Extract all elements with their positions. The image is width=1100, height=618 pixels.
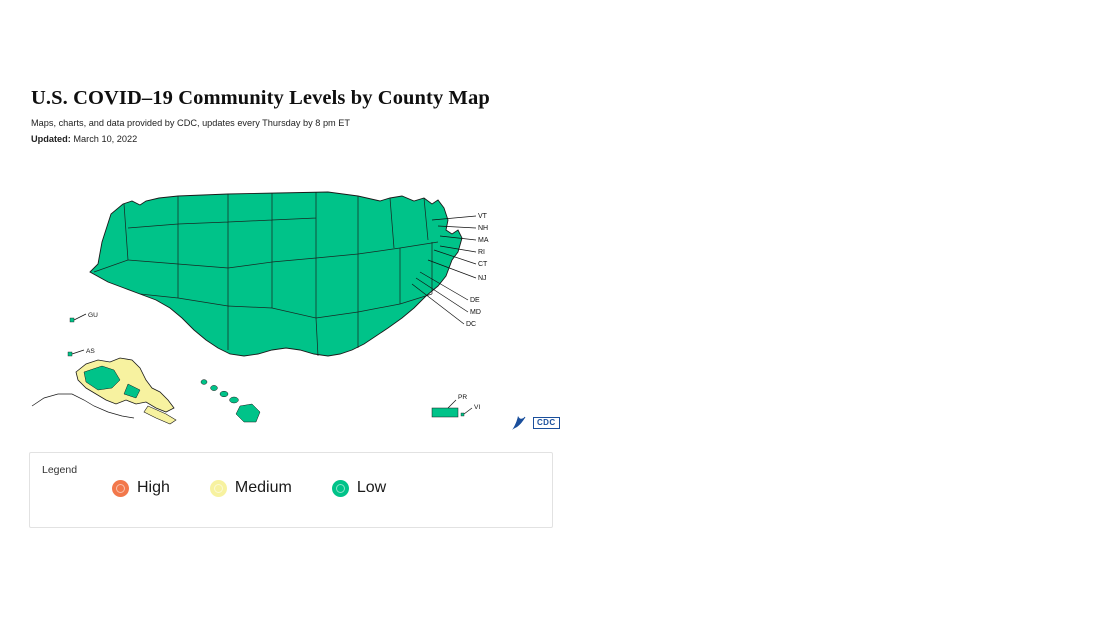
legend-swatch-high [112, 479, 129, 497]
page-title: U.S. COVID–19 Community Levels by County… [31, 87, 490, 109]
left-updated-line: Updated: March 10, 2022 [31, 134, 137, 144]
legend-item-low[interactable]: Low [331, 479, 387, 497]
cdc-wordmark: CDC [533, 417, 560, 429]
map-label-md: MD [470, 309, 481, 316]
community-levels-panel: U.S. COVID–19 Community Levels by County… [0, 0, 570, 618]
conus-counties [89, 191, 463, 357]
legend-label-high: High [137, 479, 170, 496]
pacific-territory-callouts: GU AS [67, 312, 98, 357]
legend-items: High Medium Low [112, 479, 386, 497]
legend-label-low: Low [356, 479, 387, 496]
legend-item-medium[interactable]: Medium [209, 479, 292, 497]
hhs-caduceus-icon [512, 416, 526, 430]
legend-label-medium: Medium [234, 479, 292, 496]
map-label-de: DE [470, 297, 480, 304]
map-label-gu: GU [88, 312, 98, 319]
community-levels-map[interactable]: GU AS PR VI VT NH MA RI CT NJ DE MD DC [28, 168, 558, 443]
left-subtitle: Maps, charts, and data provided by CDC, … [31, 118, 350, 128]
community-levels-map-svg: GU AS PR VI VT NH MA RI CT NJ DE MD DC [31, 191, 489, 425]
cdc-logo-left: CDC [508, 412, 560, 434]
map-label-vi: VI [474, 404, 480, 411]
community-transmission-panel: Level of Community Transmission of All C… [570, 0, 1100, 618]
caribbean-territory-callouts: PR VI [431, 394, 480, 418]
map-label-pr: PR [458, 394, 467, 401]
legend-heading: Legend [42, 464, 78, 476]
legend-swatch-medium [209, 479, 227, 497]
map-label-nh: NH [478, 225, 488, 232]
map-label-ct: CT [478, 261, 488, 268]
map-label-vt: VT [478, 213, 488, 220]
map-label-ri: RI [478, 249, 485, 256]
legend-community-levels: Legend High Medium Low [29, 452, 553, 528]
updated-value: March 10, 2022 [73, 134, 138, 144]
map-label-ma: MA [478, 237, 489, 244]
map-label-dc: DC [466, 321, 476, 328]
map-label-as: AS [86, 348, 95, 355]
updated-label: Updated: [31, 134, 71, 144]
hawaii-inset [200, 379, 261, 423]
legend-item-high[interactable]: High [112, 479, 170, 497]
legend-swatch-low [331, 479, 349, 497]
map-label-nj: NJ [478, 275, 487, 282]
alaska-inset [31, 357, 177, 425]
